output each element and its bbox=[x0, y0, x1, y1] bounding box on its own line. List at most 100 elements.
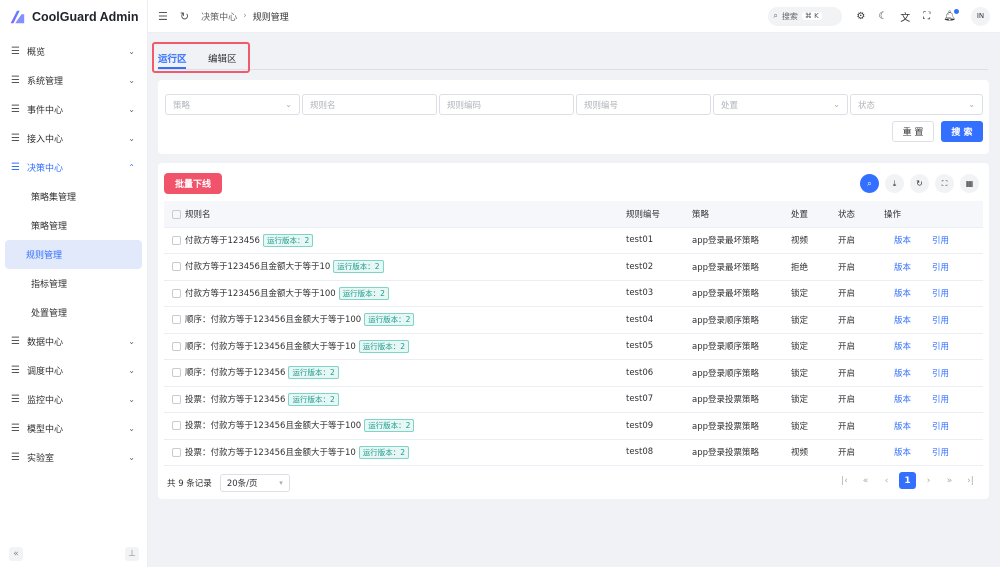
menu-lines-icon: ☰ bbox=[11, 162, 20, 173]
rule-no-input[interactable]: 规则编号 bbox=[576, 94, 711, 115]
collapse-sidebar-icon[interactable]: « bbox=[9, 547, 23, 561]
sidebar-subitem[interactable]: 规则管理 bbox=[5, 240, 142, 269]
reference-link[interactable]: 引用 bbox=[932, 448, 949, 458]
status-select[interactable]: 状态 ⌄ bbox=[850, 94, 983, 115]
sidebar-item[interactable]: ☰ 事件中心 ⌄ bbox=[0, 95, 147, 124]
action-select[interactable]: 处置 ⌄ bbox=[713, 94, 848, 115]
row-checkbox[interactable] bbox=[172, 421, 181, 431]
prev-page-icon[interactable]: ‹ bbox=[878, 472, 895, 489]
table-row[interactable]: 顺序：付款方等于123456 运行版本：2 test06 app登录顺序策略 锁定 开启版… bbox=[164, 359, 983, 387]
rule-code-input[interactable]: 规则编码 bbox=[439, 94, 574, 115]
sidebar-item[interactable]: ☰ 模型中心 ⌄ bbox=[0, 414, 147, 443]
search-label: 搜索 bbox=[781, 11, 798, 21]
version-link[interactable]: 版本 bbox=[894, 289, 911, 299]
version-link[interactable]: 版本 bbox=[894, 369, 911, 379]
reference-link[interactable]: 引用 bbox=[932, 395, 949, 405]
global-search[interactable]: ⌕ 搜索 ⌘ K bbox=[768, 6, 843, 26]
table-row[interactable]: 付款方等于123456 运行版本：2 test01 app登录最坏策略 视频 开启 版本 引用 bbox=[164, 227, 983, 254]
fullscreen-icon[interactable]: ⛶ bbox=[923, 11, 930, 22]
table-row[interactable]: 投票：付款方等于123456 运行版本：2 test07 app登录投票策略 锁定 开启版… bbox=[164, 386, 983, 413]
row-checkbox[interactable] bbox=[172, 394, 181, 404]
batch-offline-button[interactable]: 批量下线 bbox=[164, 173, 222, 194]
sidebar-item-label: 实验室 bbox=[27, 454, 55, 464]
table-row[interactable]: 投票：付款方等于123456且金额大于等于100 运行版本：2 test09 app登… bbox=[164, 412, 983, 440]
cell-action: 锁定 bbox=[791, 412, 838, 440]
reference-link[interactable]: 引用 bbox=[932, 422, 949, 432]
sidebar-item[interactable]: ☰ 实验室 ⌄ bbox=[0, 443, 147, 472]
search-button[interactable]: 搜 索 bbox=[941, 121, 983, 142]
reference-link[interactable]: 引用 bbox=[932, 289, 949, 299]
version-link[interactable]: 版本 bbox=[894, 316, 911, 326]
sidebar-subitem[interactable]: 指标管理 bbox=[5, 269, 142, 298]
page-size-select[interactable]: 20条/页 ▾ bbox=[219, 474, 290, 492]
version-link[interactable]: 版本 bbox=[894, 263, 911, 273]
row-checkbox[interactable] bbox=[172, 262, 181, 272]
breadcrumb-item[interactable]: 决策中心 bbox=[201, 10, 237, 23]
row-checkbox[interactable] bbox=[172, 235, 181, 245]
sidebar-item[interactable]: ☰ 决策中心 ⌃ bbox=[0, 153, 147, 182]
first-page-icon[interactable]: |‹ bbox=[836, 472, 853, 489]
cell-rule-code: test09 bbox=[626, 412, 692, 440]
dark-mode-icon[interactable]: ☾ bbox=[878, 11, 887, 22]
table-row[interactable]: 顺序：付款方等于123456且金额大于等于10 运行版本：2 test05 app登录… bbox=[164, 333, 983, 360]
download-icon[interactable]: ⤓ bbox=[885, 174, 904, 193]
user-avatar[interactable]: IN bbox=[971, 6, 990, 26]
last-page-icon[interactable]: ›| bbox=[962, 472, 979, 489]
version-link[interactable]: 版本 bbox=[894, 395, 911, 405]
reference-link[interactable]: 引用 bbox=[932, 316, 949, 326]
column-settings-icon[interactable]: ▦ bbox=[960, 174, 979, 193]
search-toggle-icon[interactable]: ⌕ bbox=[860, 174, 879, 193]
row-checkbox[interactable] bbox=[172, 341, 181, 351]
refresh-icon[interactable]: ↻ bbox=[180, 10, 189, 23]
sidebar-item[interactable]: ☰ 监控中心 ⌄ bbox=[0, 385, 147, 414]
row-checkbox[interactable] bbox=[172, 447, 181, 457]
refresh-table-icon[interactable]: ↻ bbox=[910, 174, 929, 193]
sidebar-item[interactable]: ☰ 数据中心 ⌄ bbox=[0, 327, 147, 356]
reference-link[interactable]: 引用 bbox=[932, 369, 949, 379]
sidebar-subitem[interactable]: 处置管理 bbox=[5, 298, 142, 327]
row-checkbox[interactable] bbox=[172, 315, 181, 325]
row-checkbox[interactable] bbox=[172, 288, 181, 298]
reference-link[interactable]: 引用 bbox=[932, 236, 949, 246]
version-link[interactable]: 版本 bbox=[894, 342, 911, 352]
table-row[interactable]: 付款方等于123456且金额大于等于10 运行版本：2 test02 app登录最坏策… bbox=[164, 253, 983, 281]
sidebar-subitem[interactable]: 策略集管理 bbox=[5, 182, 142, 211]
sidebar-item[interactable]: ☰ 概览 ⌄ bbox=[0, 37, 147, 66]
reference-link[interactable]: 引用 bbox=[932, 263, 949, 273]
reference-link[interactable]: 引用 bbox=[932, 342, 949, 352]
table-row[interactable]: 付款方等于123456且金额大于等于100 运行版本：2 test03 app登录最坏… bbox=[164, 280, 983, 307]
cell-strategy: app登录顺序策略 bbox=[692, 333, 791, 360]
sidebar-subitem[interactable]: 策略管理 bbox=[5, 211, 142, 240]
sidebar-item[interactable]: ☰ 接入中心 ⌄ bbox=[0, 124, 147, 153]
version-link[interactable]: 版本 bbox=[894, 236, 911, 246]
version-link[interactable]: 版本 bbox=[894, 448, 911, 458]
next-page-icon[interactable]: › bbox=[920, 472, 937, 489]
table-row[interactable]: 顺序：付款方等于123456且金额大于等于100 运行版本：2 test04 app登… bbox=[164, 306, 983, 334]
rule-name-input[interactable]: 规则名 bbox=[302, 94, 437, 115]
table-row[interactable]: 投票：付款方等于123456且金额大于等于10 运行版本：2 test08 app登录… bbox=[164, 439, 983, 466]
cell-rule-name: 顺序：付款方等于123456且金额大于等于10 运行版本：2 bbox=[164, 333, 626, 360]
sidebar-item[interactable]: ☰ 系统管理 ⌄ bbox=[0, 66, 147, 95]
fullscreen-table-icon[interactable]: ⛶ bbox=[935, 174, 954, 193]
select-all-checkbox[interactable] bbox=[172, 209, 181, 219]
translate-icon[interactable]: 文 bbox=[900, 9, 910, 24]
sidebar-item-label: 接入中心 bbox=[27, 135, 64, 145]
menu-toggle-icon[interactable]: ☰ bbox=[158, 10, 168, 23]
version-link[interactable]: 版本 bbox=[894, 422, 911, 432]
settings-icon[interactable]: ⚙ bbox=[856, 11, 865, 22]
cell-operations: 版本 引用 bbox=[884, 253, 983, 281]
notification-dot bbox=[954, 8, 959, 14]
app-logo[interactable]: CoolGuard Admin bbox=[0, 0, 147, 33]
row-checkbox[interactable] bbox=[172, 368, 181, 378]
cell-operations: 版本 引用 bbox=[884, 306, 983, 334]
pin-icon[interactable]: ⊥ bbox=[125, 547, 139, 561]
prev-group-icon[interactable]: « bbox=[857, 472, 874, 489]
reset-button[interactable]: 重 置 bbox=[892, 121, 934, 142]
notification-bell-icon[interactable]: 🔔︎ bbox=[943, 8, 959, 22]
menu-lines-icon: ☰ bbox=[11, 336, 20, 347]
strategy-select[interactable]: 策略 ⌄ bbox=[165, 94, 300, 115]
cell-rule-name: 投票：付款方等于123456且金额大于等于10 运行版本：2 bbox=[164, 439, 626, 466]
page-number-current[interactable]: 1 bbox=[899, 472, 916, 489]
sidebar-item[interactable]: ☰ 调度中心 ⌄ bbox=[0, 356, 147, 385]
next-group-icon[interactable]: » bbox=[941, 472, 958, 489]
